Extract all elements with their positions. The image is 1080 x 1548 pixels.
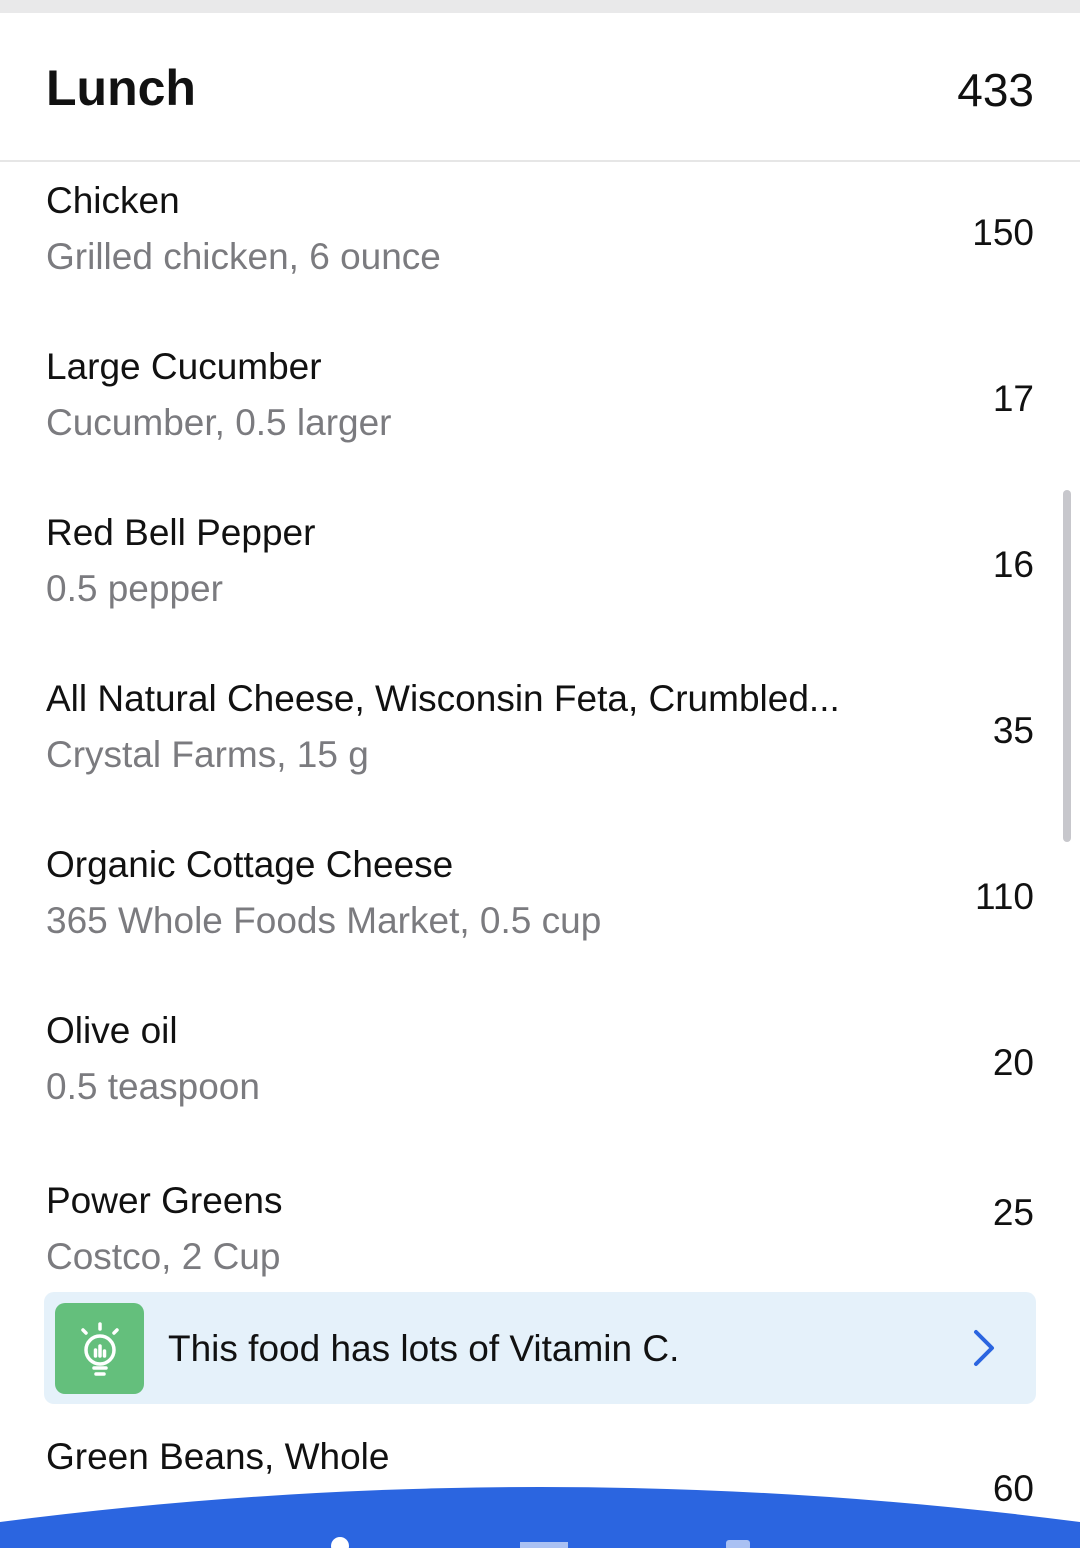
chevron-right-icon xyxy=(974,1330,994,1366)
meal-total-calories: 433 xyxy=(957,64,1034,116)
nav-icon[interactable] xyxy=(520,1542,568,1548)
food-item-olive-oil[interactable]: Olive oil 0.5 teaspoon 20 xyxy=(0,994,1080,1160)
food-name: Olive oil xyxy=(46,1010,178,1051)
nutrition-tip-banner[interactable]: This food has lots of Vitamin C. xyxy=(44,1292,1036,1404)
food-detail: Crystal Farms, 15 g xyxy=(46,734,369,775)
bottom-navigation-bar[interactable] xyxy=(0,1470,1080,1548)
food-calories: 20 xyxy=(992,1042,1034,1083)
food-calories: 150 xyxy=(972,212,1034,253)
food-detail: 0.5 teaspoon xyxy=(46,1066,260,1107)
tip-text: This food has lots of Vitamin C. xyxy=(168,1328,680,1369)
meal-header: Lunch 433 xyxy=(0,13,1080,162)
food-name: All Natural Cheese, Wisconsin Feta, Crum… xyxy=(46,678,840,719)
food-item-feta-cheese[interactable]: All Natural Cheese, Wisconsin Feta, Crum… xyxy=(0,662,1080,828)
meal-title: Lunch xyxy=(46,60,196,116)
food-name: Chicken xyxy=(46,180,180,221)
food-item-large-cucumber[interactable]: Large Cucumber Cucumber, 0.5 larger 17 xyxy=(0,330,1080,496)
food-name: Power Greens xyxy=(46,1180,283,1221)
food-item-red-bell-pepper[interactable]: Red Bell Pepper 0.5 pepper 16 xyxy=(0,496,1080,662)
food-detail: Grilled chicken, 6 ounce xyxy=(46,236,441,277)
food-calories: 25 xyxy=(992,1192,1034,1233)
lightbulb-icon xyxy=(55,1303,144,1394)
food-calories: 110 xyxy=(975,876,1034,917)
food-calories: 17 xyxy=(992,378,1034,419)
food-detail: 0.5 pepper xyxy=(46,568,223,609)
food-detail: 365 Whole Foods Market, 0.5 cup xyxy=(46,900,602,941)
food-item-cottage-cheese[interactable]: Organic Cottage Cheese 365 Whole Foods M… xyxy=(0,828,1080,994)
scrollbar[interactable] xyxy=(1063,490,1071,842)
food-name: Large Cucumber xyxy=(46,346,322,387)
food-detail: Costco, 2 Cup xyxy=(46,1236,281,1277)
food-name: Organic Cottage Cheese xyxy=(46,844,454,885)
food-calories: 35 xyxy=(992,710,1034,751)
food-calories: 16 xyxy=(992,544,1034,585)
food-detail: Cucumber, 0.5 larger xyxy=(46,402,392,443)
nav-icon[interactable] xyxy=(726,1540,750,1548)
food-name: Red Bell Pepper xyxy=(46,512,316,553)
top-strip xyxy=(0,0,1080,13)
food-item-chicken[interactable]: Chicken Grilled chicken, 6 ounce 150 xyxy=(0,164,1080,330)
